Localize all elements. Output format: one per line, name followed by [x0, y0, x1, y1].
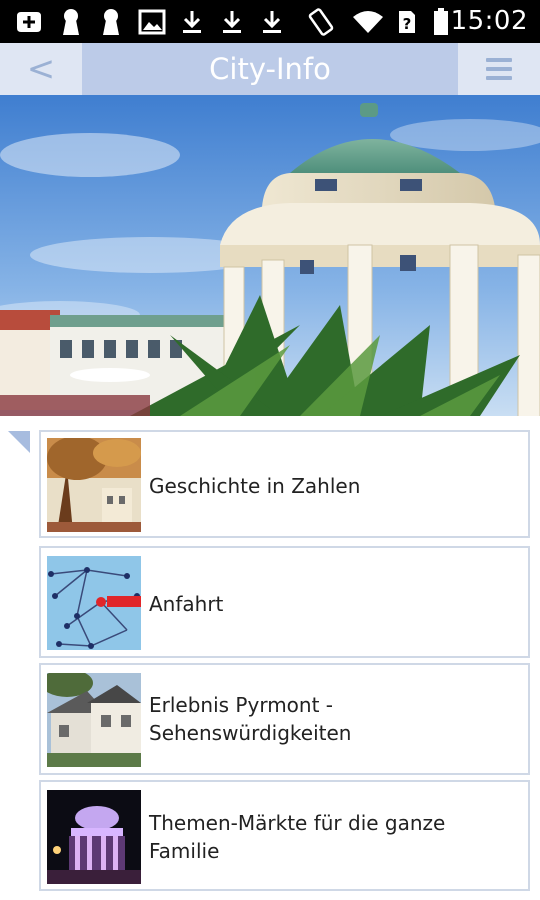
- image-icon: [138, 8, 166, 36]
- svg-text:?: ?: [403, 15, 412, 33]
- battery-icon: [432, 8, 450, 36]
- list-item-thumbnail: [47, 790, 141, 884]
- menu-button[interactable]: [458, 43, 540, 95]
- list-item-label: Erlebnis Pyrmont - Sehenswürdigkeiten: [149, 693, 352, 745]
- rotate-icon: [306, 8, 336, 36]
- status-bar: ? 15:02: [0, 0, 540, 43]
- hamburger-menu-icon: [486, 58, 512, 80]
- download-icon: [180, 8, 204, 36]
- list-item-anfahrt[interactable]: Anfahrt: [39, 546, 530, 658]
- list-item-thumbnail: [47, 556, 141, 650]
- list-item-label: Geschichte in Zahlen: [149, 474, 361, 498]
- keyhole-icon: [60, 8, 82, 36]
- page-title: City-Info: [209, 52, 331, 86]
- download-icon: [220, 8, 244, 36]
- page-title-bar: City-Info: [82, 43, 458, 95]
- selection-corner-marker: [8, 431, 30, 453]
- list-item-label: Anfahrt: [149, 592, 224, 616]
- download-icon: [260, 8, 284, 36]
- list-item-thumbnail: [47, 438, 141, 532]
- add-box-icon: [14, 8, 44, 36]
- hero-image: [0, 95, 540, 416]
- app-header: < City-Info: [0, 43, 540, 95]
- list-item-themen-maerkte[interactable]: Themen-Märkte für die ganze Familie: [39, 780, 530, 891]
- list-item-geschichte[interactable]: Geschichte in Zahlen: [39, 430, 530, 538]
- list-item-thumbnail: [47, 673, 141, 767]
- list-item-label: Themen-Märkte für die ganze Familie: [149, 811, 446, 863]
- wifi-icon: [350, 8, 386, 36]
- list-item-erlebnis-pyrmont[interactable]: Erlebnis Pyrmont - Sehenswürdigkeiten: [39, 663, 530, 775]
- status-time: 15:02: [450, 6, 528, 36]
- keyhole-icon: [100, 8, 122, 36]
- unknown-sim-icon: ?: [396, 8, 418, 36]
- back-button[interactable]: <: [0, 43, 82, 95]
- back-arrow-icon: <: [26, 49, 56, 89]
